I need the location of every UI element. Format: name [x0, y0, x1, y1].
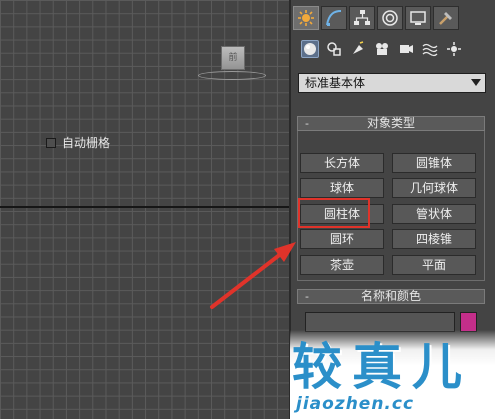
motion-icon: [382, 10, 398, 26]
sphere-button[interactable]: 球体: [300, 178, 384, 198]
name-color-title: 名称和颜色: [360, 289, 421, 303]
geosphere-button[interactable]: 几何球体: [392, 178, 476, 198]
autogrid-checkbox[interactable]: 自动栅格: [46, 134, 110, 151]
subcategory-shapes[interactable]: [325, 40, 343, 58]
autogrid-label: 自动栅格: [62, 136, 111, 150]
tab-hierarchy[interactable]: [349, 6, 375, 30]
helpers-icon: [400, 45, 413, 53]
modify-icon: [326, 10, 342, 26]
watermark-url: jiaozhen.cc: [296, 394, 415, 414]
name-color-rollout-header[interactable]: - 名称和颜色: [297, 289, 485, 304]
checkbox-box[interactable]: [46, 137, 56, 148]
pyramid-button[interactable]: 四棱锥: [392, 229, 476, 249]
hierarchy-icon: [354, 10, 370, 25]
lights-icon: [353, 41, 364, 54]
cameras-icon: [376, 43, 388, 55]
teapot-button[interactable]: 茶壶: [300, 255, 384, 275]
command-panel-tabs: [293, 6, 459, 30]
primitive-category-dropdown[interactable]: 标准基本体: [298, 73, 486, 93]
rollout-collapse-toggle[interactable]: -: [305, 290, 309, 303]
world-axis-line: [0, 206, 290, 208]
subcategory-geometry[interactable]: [301, 40, 319, 58]
dropdown-selected-value: 标准基本体: [305, 76, 366, 90]
rollout-collapse-toggle[interactable]: -: [305, 117, 309, 130]
tab-utilities[interactable]: [433, 6, 459, 30]
shapes-icon: [327, 42, 341, 56]
viewcube-compass-ring[interactable]: [198, 71, 266, 80]
perspective-viewport[interactable]: 前: [0, 0, 290, 419]
utilities-icon: [439, 12, 452, 25]
watermark-logo-text: 较真儿: [292, 338, 472, 396]
plane-button[interactable]: 平面: [392, 255, 476, 275]
geometry-icon: [304, 43, 316, 55]
display-icon: [410, 11, 426, 25]
create-icon: [298, 10, 314, 26]
object-type-rollout-header[interactable]: - 对象类型: [297, 116, 485, 131]
cylinder-button[interactable]: 圆柱体: [300, 204, 384, 224]
subcategory-cameras[interactable]: [373, 40, 391, 58]
object-color-swatch[interactable]: [460, 312, 477, 332]
spacewarps-icon: [422, 43, 438, 57]
torus-button[interactable]: 圆环: [300, 229, 384, 249]
subcategory-systems[interactable]: [445, 40, 463, 58]
box-button[interactable]: 长方体: [300, 153, 384, 173]
cone-button[interactable]: 圆锥体: [392, 153, 476, 173]
subcategory-spacewarps[interactable]: [421, 40, 439, 58]
systems-icon: [447, 42, 461, 56]
tube-button[interactable]: 管状体: [392, 204, 476, 224]
viewcube[interactable]: 前: [221, 46, 245, 70]
create-subcategories: [301, 40, 463, 58]
object-type-title: 对象类型: [366, 116, 415, 130]
tab-modify[interactable]: [321, 6, 347, 30]
tab-create[interactable]: [293, 6, 319, 30]
subcategory-helpers[interactable]: [397, 40, 415, 58]
object-name-field[interactable]: [305, 312, 455, 332]
tab-motion[interactable]: [377, 6, 403, 30]
chevron-down-icon: [471, 79, 481, 86]
tab-display[interactable]: [405, 6, 431, 30]
subcategory-lights[interactable]: [349, 40, 367, 58]
